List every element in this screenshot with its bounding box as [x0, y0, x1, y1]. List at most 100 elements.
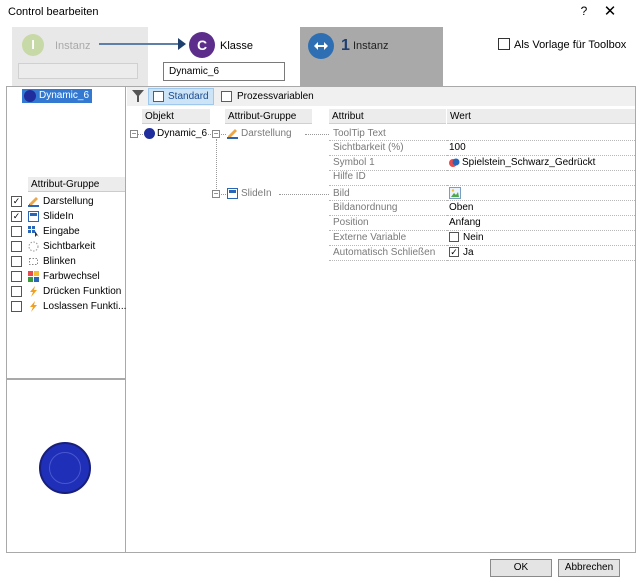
collapse-toggle[interactable]: −	[130, 130, 138, 138]
header-value[interactable]: Wert	[447, 109, 635, 124]
group-item-eingabe[interactable]: Eingabe	[11, 225, 125, 240]
attr-name: Sichtbarkeit (%)	[333, 142, 404, 153]
klasse-name-field[interactable]: Dynamic_6	[163, 62, 285, 81]
process-vars-button[interactable]: Prozessvariablen	[237, 91, 314, 102]
value-row	[447, 201, 635, 216]
group-item-blinken[interactable]: Blinken	[11, 255, 125, 270]
group-label: Darstellung	[43, 196, 94, 207]
group-checkbox[interactable]	[11, 226, 22, 237]
filter-icon-stem	[137, 96, 139, 102]
blink-icon	[28, 256, 39, 267]
group-item-sichtbarkeit[interactable]: Sichtbarkeit	[11, 240, 125, 255]
attr-name: Bildanordnung	[333, 202, 398, 213]
attr-name: ToolTip Text	[333, 128, 386, 139]
group-checkbox[interactable]	[11, 256, 22, 267]
game-piece-icon	[449, 157, 460, 171]
attr-name: Position	[333, 217, 369, 228]
attribute-group-header: Attribut-Gruppe	[28, 177, 125, 192]
attr-value[interactable]: Oben	[449, 202, 473, 213]
group-label: Farbwechsel	[43, 271, 100, 282]
group-item-druecken[interactable]: Drücken Funktion	[11, 285, 125, 300]
attribute-group-panel: Attribut-Gruppe ✓ Darstellung ✓ SlideIn …	[7, 172, 126, 378]
template-checkbox-box[interactable]	[498, 38, 510, 50]
group-label: SlideIn	[43, 211, 74, 222]
cancel-button[interactable]: Abbrechen	[558, 559, 620, 577]
value-row	[447, 246, 635, 261]
group-item-loslassen[interactable]: Loslassen Funkti...	[11, 300, 126, 315]
standard-view-button[interactable]: Standard	[148, 88, 214, 105]
step-instanz-active[interactable]: 1 Instanz	[300, 27, 443, 86]
instanz-step-label: Instanz	[55, 40, 91, 52]
attr-name: Automatisch Schließen	[333, 247, 436, 258]
title-bar: Control bearbeiten ? ✕	[0, 0, 643, 26]
group-checkbox[interactable]	[11, 241, 22, 252]
main-panel: Dynamic_6 Attribut-Gruppe ✓ Darstellung …	[6, 86, 636, 553]
window-icon	[28, 211, 39, 222]
help-button[interactable]: ?	[576, 4, 592, 18]
auto-close-checkbox[interactable]: ✓	[449, 247, 459, 257]
header-object[interactable]: Objekt	[142, 109, 210, 124]
collapse-toggle[interactable]: −	[212, 130, 220, 138]
externe-variable-checkbox[interactable]	[449, 232, 459, 242]
value-row	[447, 171, 635, 186]
group-label: Blinken	[43, 256, 76, 267]
attr-value[interactable]: 100	[449, 142, 466, 153]
preview-inner-ring	[49, 452, 81, 484]
wizard-steps: I Instanz C Klasse Dynamic_6 1 Instanz A…	[6, 27, 636, 86]
lightning-icon	[28, 286, 39, 297]
object-circle-icon	[144, 128, 155, 139]
group-checkbox[interactable]	[11, 301, 22, 312]
dotted-circle-icon	[28, 241, 39, 252]
object-list-item[interactable]: Dynamic_6	[22, 89, 93, 103]
template-checkbox-label: Als Vorlage für Toolbox	[514, 39, 627, 51]
header-attribute[interactable]: Attribut	[329, 109, 446, 124]
window-icon	[227, 188, 238, 202]
value-row	[447, 126, 635, 141]
template-checkbox[interactable]: Als Vorlage für Toolbox	[498, 38, 626, 51]
instanz-link-icon	[308, 33, 334, 59]
value-row	[447, 141, 635, 156]
tree-group-darstellung[interactable]: Darstellung	[241, 128, 292, 139]
group-checkbox[interactable]	[11, 286, 22, 297]
instanz-step-icon: I	[22, 34, 44, 56]
group-item-darstellung[interactable]: ✓ Darstellung	[11, 195, 125, 210]
group-label: Drücken Funktion	[43, 286, 122, 297]
group-checkbox[interactable]: ✓	[11, 211, 22, 222]
close-button[interactable]: ✕	[602, 2, 618, 20]
grid-toolbar: Standard Prozessvariablen	[127, 87, 635, 106]
tree-group-slidein[interactable]: SlideIn	[241, 188, 272, 199]
tree-object-name[interactable]: Dynamic_6	[157, 128, 207, 139]
step-arrow-line	[99, 43, 179, 45]
object-list-label: Dynamic_6	[39, 90, 90, 101]
window-title: Control bearbeiten	[8, 6, 99, 18]
divider	[7, 378, 125, 380]
object-circle-icon	[24, 90, 36, 102]
instanz-active-label: Instanz	[353, 40, 389, 52]
pencil-icon	[28, 196, 39, 207]
header-attribute-group[interactable]: Attribut-Gruppe	[225, 109, 312, 124]
step-instanz-disabled: I Instanz	[12, 27, 148, 86]
group-checkbox[interactable]	[11, 271, 22, 282]
group-checkbox[interactable]: ✓	[11, 196, 22, 207]
ok-button[interactable]: OK	[490, 559, 552, 577]
attr-value[interactable]: Anfang	[449, 217, 481, 228]
attr-name: Symbol 1	[333, 157, 375, 168]
collapse-toggle[interactable]: −	[212, 190, 220, 198]
tree-line	[305, 134, 329, 135]
klasse-step-label: Klasse	[220, 40, 254, 52]
grid-view-icon	[153, 91, 164, 102]
attr-value[interactable]: Spielstein_Schwarz_Gedrückt	[462, 157, 595, 168]
attr-value: Nein	[463, 232, 484, 243]
process-vars-icon	[221, 91, 232, 102]
instanz-count: 1	[341, 37, 350, 54]
step-arrow-icon	[178, 38, 186, 50]
tree-line	[221, 194, 226, 195]
image-icon[interactable]	[449, 187, 461, 202]
group-item-slidein[interactable]: ✓ SlideIn	[11, 210, 125, 225]
attr-name: Bild	[333, 188, 350, 199]
standard-view-label: Standard	[168, 91, 209, 102]
tree-line	[138, 134, 143, 135]
tree-line	[221, 134, 226, 135]
group-item-farbwechsel[interactable]: Farbwechsel	[11, 270, 125, 285]
group-label: Sichtbarkeit	[43, 241, 96, 252]
